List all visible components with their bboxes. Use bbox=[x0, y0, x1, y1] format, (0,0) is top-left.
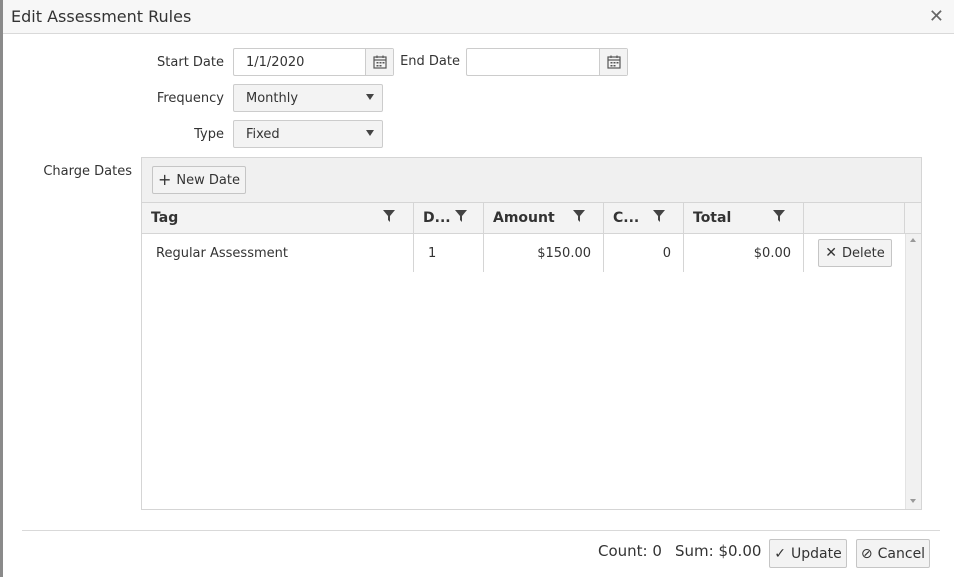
frequency-value: Monthly bbox=[246, 91, 299, 106]
cancel-label: Cancel bbox=[877, 545, 926, 562]
cell-tag-text: Regular Assessment bbox=[156, 246, 288, 261]
delete-label: Delete bbox=[842, 245, 885, 261]
scroll-down-icon[interactable] bbox=[910, 499, 916, 503]
table-row[interactable]: Regular Assessment 1 $150.00 0 $0.00 ✕ D… bbox=[142, 234, 905, 272]
column-label: D... bbox=[423, 210, 451, 226]
update-button[interactable]: ✓ Update bbox=[769, 539, 847, 568]
type-label: Type bbox=[194, 127, 224, 142]
footer-divider bbox=[22, 530, 940, 531]
new-date-label: New Date bbox=[176, 172, 240, 188]
filter-icon[interactable] bbox=[383, 210, 395, 226]
filter-icon[interactable] bbox=[573, 210, 585, 226]
cell-d-text: 1 bbox=[428, 246, 437, 261]
cell-total[interactable]: $0.00 bbox=[684, 234, 804, 272]
frequency-label: Frequency bbox=[156, 91, 224, 106]
grid-scrollbar[interactable] bbox=[905, 234, 921, 509]
check-icon: ✓ bbox=[774, 545, 787, 562]
new-date-button[interactable]: + New Date bbox=[152, 166, 246, 194]
cell-amount[interactable]: $150.00 bbox=[484, 234, 604, 272]
filter-icon[interactable] bbox=[773, 210, 785, 226]
start-date-field[interactable]: 1/1/2020 bbox=[233, 48, 394, 76]
charge-dates-label: Charge Dates bbox=[43, 164, 132, 179]
edit-assessment-rules-dialog: Edit Assessment Rules ✕ Start Date 1/1/2… bbox=[0, 0, 954, 577]
cell-total-text: $0.00 bbox=[753, 246, 791, 261]
column-label: Amount bbox=[493, 210, 555, 226]
end-date-label: End Date bbox=[400, 54, 460, 69]
cell-amount-text: $150.00 bbox=[537, 246, 591, 261]
end-date-field[interactable] bbox=[466, 48, 628, 76]
grid-toolbar: + New Date bbox=[142, 158, 921, 203]
column-header-c[interactable]: C... bbox=[604, 203, 684, 234]
column-label: C... bbox=[613, 210, 640, 226]
filter-icon[interactable] bbox=[653, 210, 665, 226]
delete-button[interactable]: ✕ Delete bbox=[818, 239, 892, 267]
cancel-icon: ⊘ bbox=[860, 545, 873, 562]
close-icon[interactable]: ✕ bbox=[929, 5, 944, 29]
frequency-select[interactable]: Monthly bbox=[233, 84, 383, 112]
dialog-title: Edit Assessment Rules bbox=[11, 7, 192, 26]
chevron-down-icon bbox=[366, 94, 374, 100]
cell-c-text: 0 bbox=[662, 246, 671, 261]
dialog-titlebar: Edit Assessment Rules ✕ bbox=[3, 0, 954, 34]
grid-header: Tag D... Amount C... Total bbox=[142, 203, 921, 234]
calendar-icon[interactable] bbox=[599, 49, 627, 75]
cancel-button[interactable]: ⊘ Cancel bbox=[856, 539, 930, 568]
chevron-down-icon bbox=[366, 130, 374, 136]
charge-dates-grid: + New Date Tag D... Amount C... Total Re… bbox=[141, 157, 922, 510]
plus-icon: + bbox=[158, 170, 172, 189]
cell-actions: ✕ Delete bbox=[804, 234, 905, 272]
sum-summary: Sum: $0.00 bbox=[675, 542, 762, 560]
type-select[interactable]: Fixed bbox=[233, 120, 383, 148]
column-header-tag[interactable]: Tag bbox=[142, 203, 414, 234]
type-value: Fixed bbox=[246, 127, 280, 142]
column-header-total[interactable]: Total bbox=[684, 203, 804, 234]
update-label: Update bbox=[791, 545, 842, 562]
column-header-actions bbox=[804, 203, 905, 234]
calendar-icon[interactable] bbox=[365, 49, 393, 75]
count-summary: Count: 0 bbox=[598, 542, 662, 560]
column-header-amount[interactable]: Amount bbox=[484, 203, 604, 234]
cell-tag[interactable]: Regular Assessment bbox=[142, 234, 414, 272]
close-icon: ✕ bbox=[825, 245, 837, 261]
cell-c[interactable]: 0 bbox=[604, 234, 684, 272]
scroll-up-icon[interactable] bbox=[910, 238, 916, 242]
filter-icon[interactable] bbox=[455, 210, 467, 226]
cell-d[interactable]: 1 bbox=[414, 234, 484, 272]
column-header-d[interactable]: D... bbox=[414, 203, 484, 234]
column-label: Total bbox=[693, 210, 732, 226]
start-date-label: Start Date bbox=[157, 55, 224, 70]
column-label: Tag bbox=[151, 210, 179, 226]
start-date-value: 1/1/2020 bbox=[246, 55, 305, 70]
